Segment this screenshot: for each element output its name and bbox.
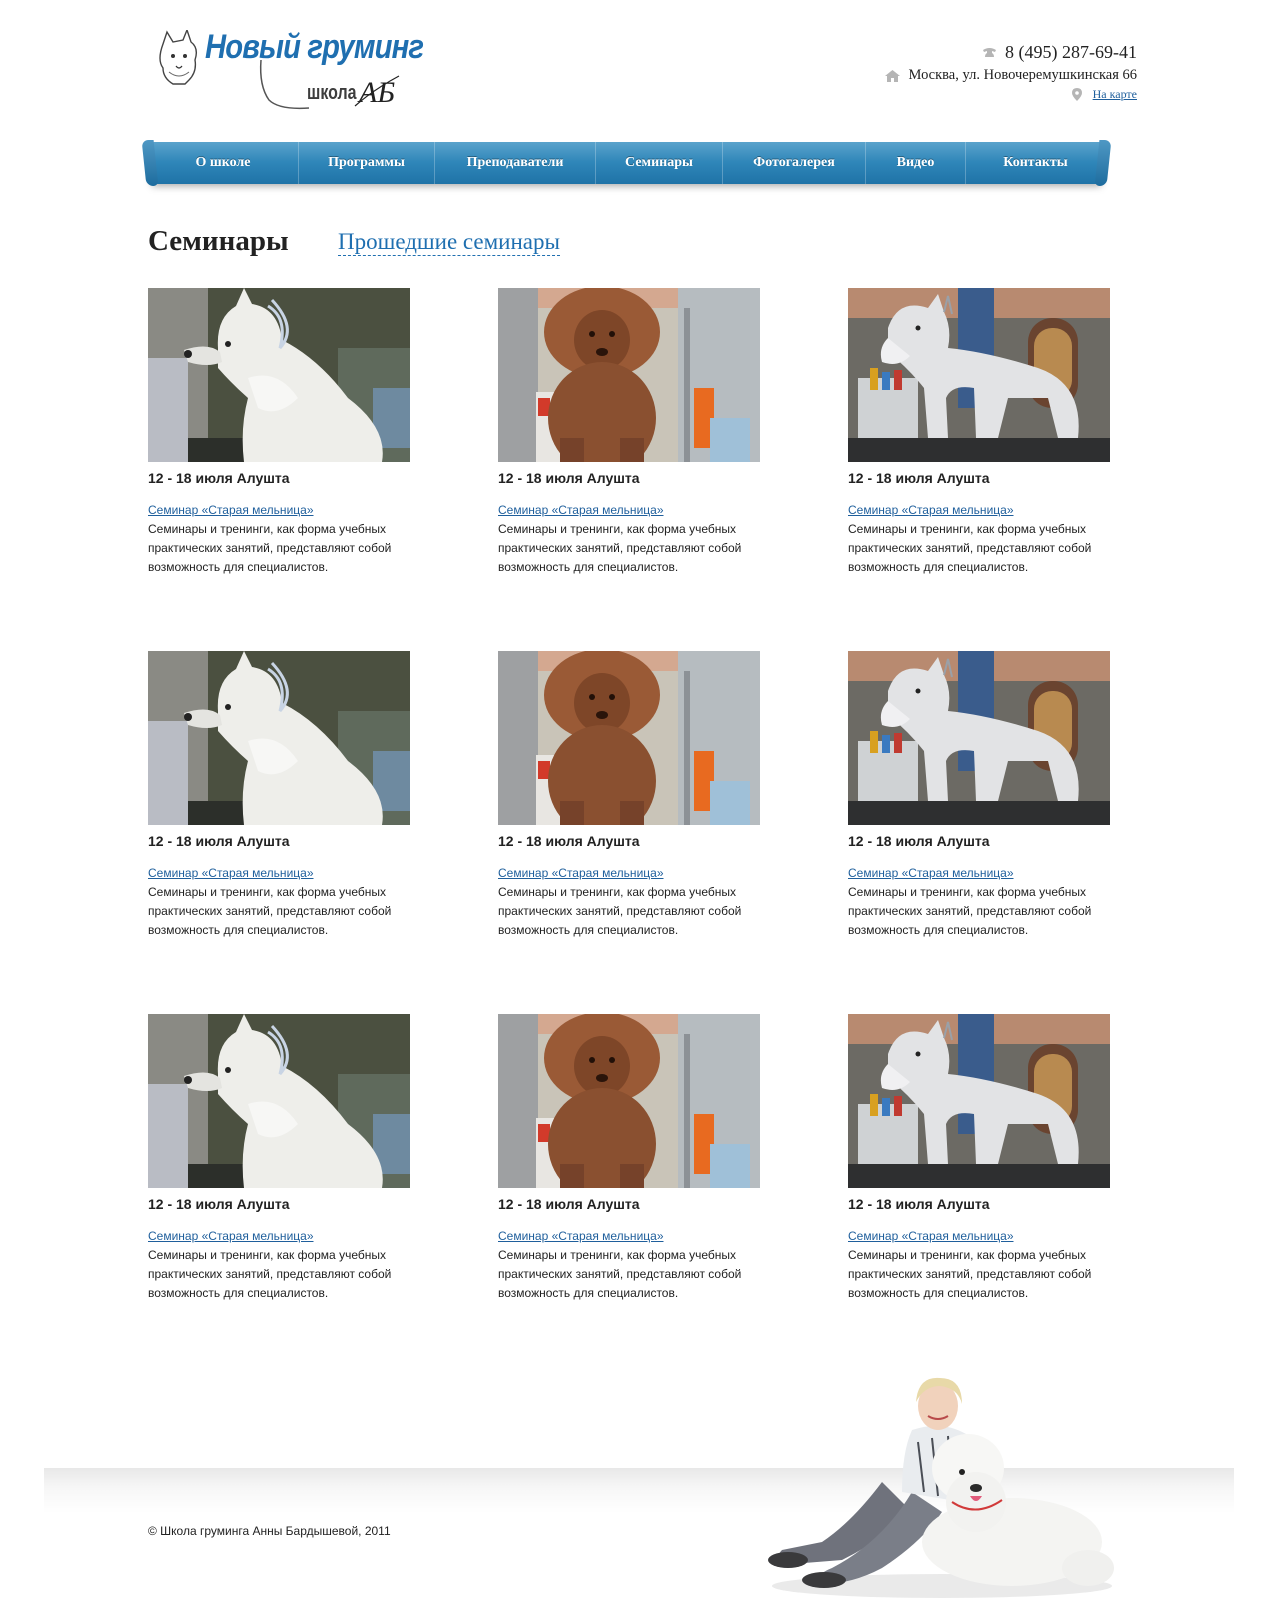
seminar-description: Семинары и тренинги, как форма учебных п… xyxy=(148,1248,392,1300)
past-seminars-link[interactable]: Прошедшие семинары xyxy=(338,229,560,257)
seminar-link[interactable]: Семинар «Старая мельница» xyxy=(148,866,410,880)
copyright-text: © Школа груминга Анны Бардышевой, 2011 xyxy=(148,1524,391,1538)
seminar-card: 12 - 18 июля Алушта Семинар «Старая мель… xyxy=(848,288,1110,577)
nav-item-teachers[interactable]: Преподаватели xyxy=(435,142,596,184)
seminar-description: Семинары и тренинги, как форма учебных п… xyxy=(498,885,742,937)
schnauzer-photo[interactable] xyxy=(848,1014,1110,1188)
seminar-date: 12 - 18 июля Алушта xyxy=(148,833,290,849)
nav-item-programs[interactable]: Программы xyxy=(299,142,435,184)
nav-item-video[interactable]: Видео xyxy=(866,142,966,184)
seminar-card: 12 - 18 июля Алушта Семинар «Старая мель… xyxy=(848,651,1110,940)
seminar-link[interactable]: Семинар «Старая мельница» xyxy=(148,503,410,517)
home-icon xyxy=(885,69,901,82)
seminar-date: 12 - 18 июля Алушта xyxy=(848,833,990,849)
westie-photo[interactable] xyxy=(148,651,410,825)
seminar-date: 12 - 18 июля Алушта xyxy=(498,470,640,486)
seminar-card: 12 - 18 июля Алушта Семинар «Старая мель… xyxy=(498,651,760,940)
seminar-date: 12 - 18 июля Алушта xyxy=(148,1196,290,1212)
map-link[interactable]: На карте xyxy=(1093,87,1137,102)
phone-icon xyxy=(981,47,997,59)
seminar-date: 12 - 18 июля Алушта xyxy=(148,470,290,486)
seminar-description: Семинары и тренинги, как форма учебных п… xyxy=(848,885,1092,937)
seminar-description: Семинары и тренинги, как форма учебных п… xyxy=(148,522,392,574)
seminar-description: Семинары и тренинги, как форма учебных п… xyxy=(498,1248,742,1300)
map-pin-icon xyxy=(1069,88,1085,101)
seminar-card: 12 - 18 июля Алушта Семинар «Старая мель… xyxy=(498,1014,760,1303)
logo-dog-icon xyxy=(159,30,198,85)
seminar-card: 12 - 18 июля Алушта Семинар «Старая мель… xyxy=(148,288,410,577)
schnauzer-photo[interactable] xyxy=(848,651,1110,825)
address-text: Москва, ул. Новочеремушкинская 66 xyxy=(908,67,1137,83)
seminar-link[interactable]: Семинар «Старая мельница» xyxy=(848,866,1110,880)
seminar-description: Семинары и тренинги, как форма учебных п… xyxy=(148,885,392,937)
seminar-link[interactable]: Семинар «Старая мельница» xyxy=(498,866,760,880)
westie-photo[interactable] xyxy=(148,288,410,462)
seminar-link[interactable]: Семинар «Старая мельница» xyxy=(498,1229,760,1243)
seminar-date: 12 - 18 июля Алушта xyxy=(848,1196,990,1212)
seminar-link[interactable]: Семинар «Старая мельница» xyxy=(498,503,760,517)
poodle-photo[interactable] xyxy=(498,651,760,825)
seminar-card: 12 - 18 июля Алушта Семинар «Старая мель… xyxy=(498,288,760,577)
seminar-date: 12 - 18 июля Алушта xyxy=(498,833,640,849)
logo-monogram: АБ xyxy=(354,75,400,109)
page-title: Семинары xyxy=(148,225,289,257)
logo-subtitle: школа xyxy=(307,82,357,104)
seminar-description: Семинары и тренинги, как форма учебных п… xyxy=(498,522,742,574)
seminar-link[interactable]: Семинар «Старая мельница» xyxy=(148,1229,410,1243)
nav-item-about[interactable]: О школе xyxy=(148,142,299,184)
nav-item-contacts[interactable]: Контакты xyxy=(966,142,1105,184)
main-navigation: О школе Программы Преподаватели Семинары… xyxy=(148,142,1105,184)
westie-photo[interactable] xyxy=(148,1014,410,1188)
seminar-card: 12 - 18 июля Алушта Семинар «Старая мель… xyxy=(148,1014,410,1303)
poodle-photo[interactable] xyxy=(498,1014,760,1188)
nav-item-seminars[interactable]: Семинары xyxy=(596,142,723,184)
schnauzer-photo[interactable] xyxy=(848,288,1110,462)
seminar-card: 12 - 18 июля Алушта Семинар «Старая мель… xyxy=(848,1014,1110,1303)
seminar-link[interactable]: Семинар «Старая мельница» xyxy=(848,503,1110,517)
groomer-with-poodle-photo xyxy=(768,1377,1114,1598)
seminar-date: 12 - 18 июля Алушта xyxy=(498,1196,640,1212)
seminar-link[interactable]: Семинар «Старая мельница» xyxy=(848,1229,1110,1243)
seminar-description: Семинары и тренинги, как форма учебных п… xyxy=(848,1248,1092,1300)
seminar-card: 12 - 18 июля Алушта Семинар «Старая мель… xyxy=(148,651,410,940)
contact-block: 8 (495) 287-69-41 Москва, ул. Новочерему… xyxy=(885,42,1137,102)
seminar-date: 12 - 18 июля Алушта xyxy=(848,470,990,486)
site-logo[interactable]: Новый груминг школа АБ xyxy=(155,26,424,112)
nav-item-gallery[interactable]: Фотогалерея xyxy=(723,142,866,184)
phone-number[interactable]: 8 (495) 287-69-41 xyxy=(1005,42,1137,63)
poodle-photo[interactable] xyxy=(498,288,760,462)
seminar-description: Семинары и тренинги, как форма учебных п… xyxy=(848,522,1092,574)
